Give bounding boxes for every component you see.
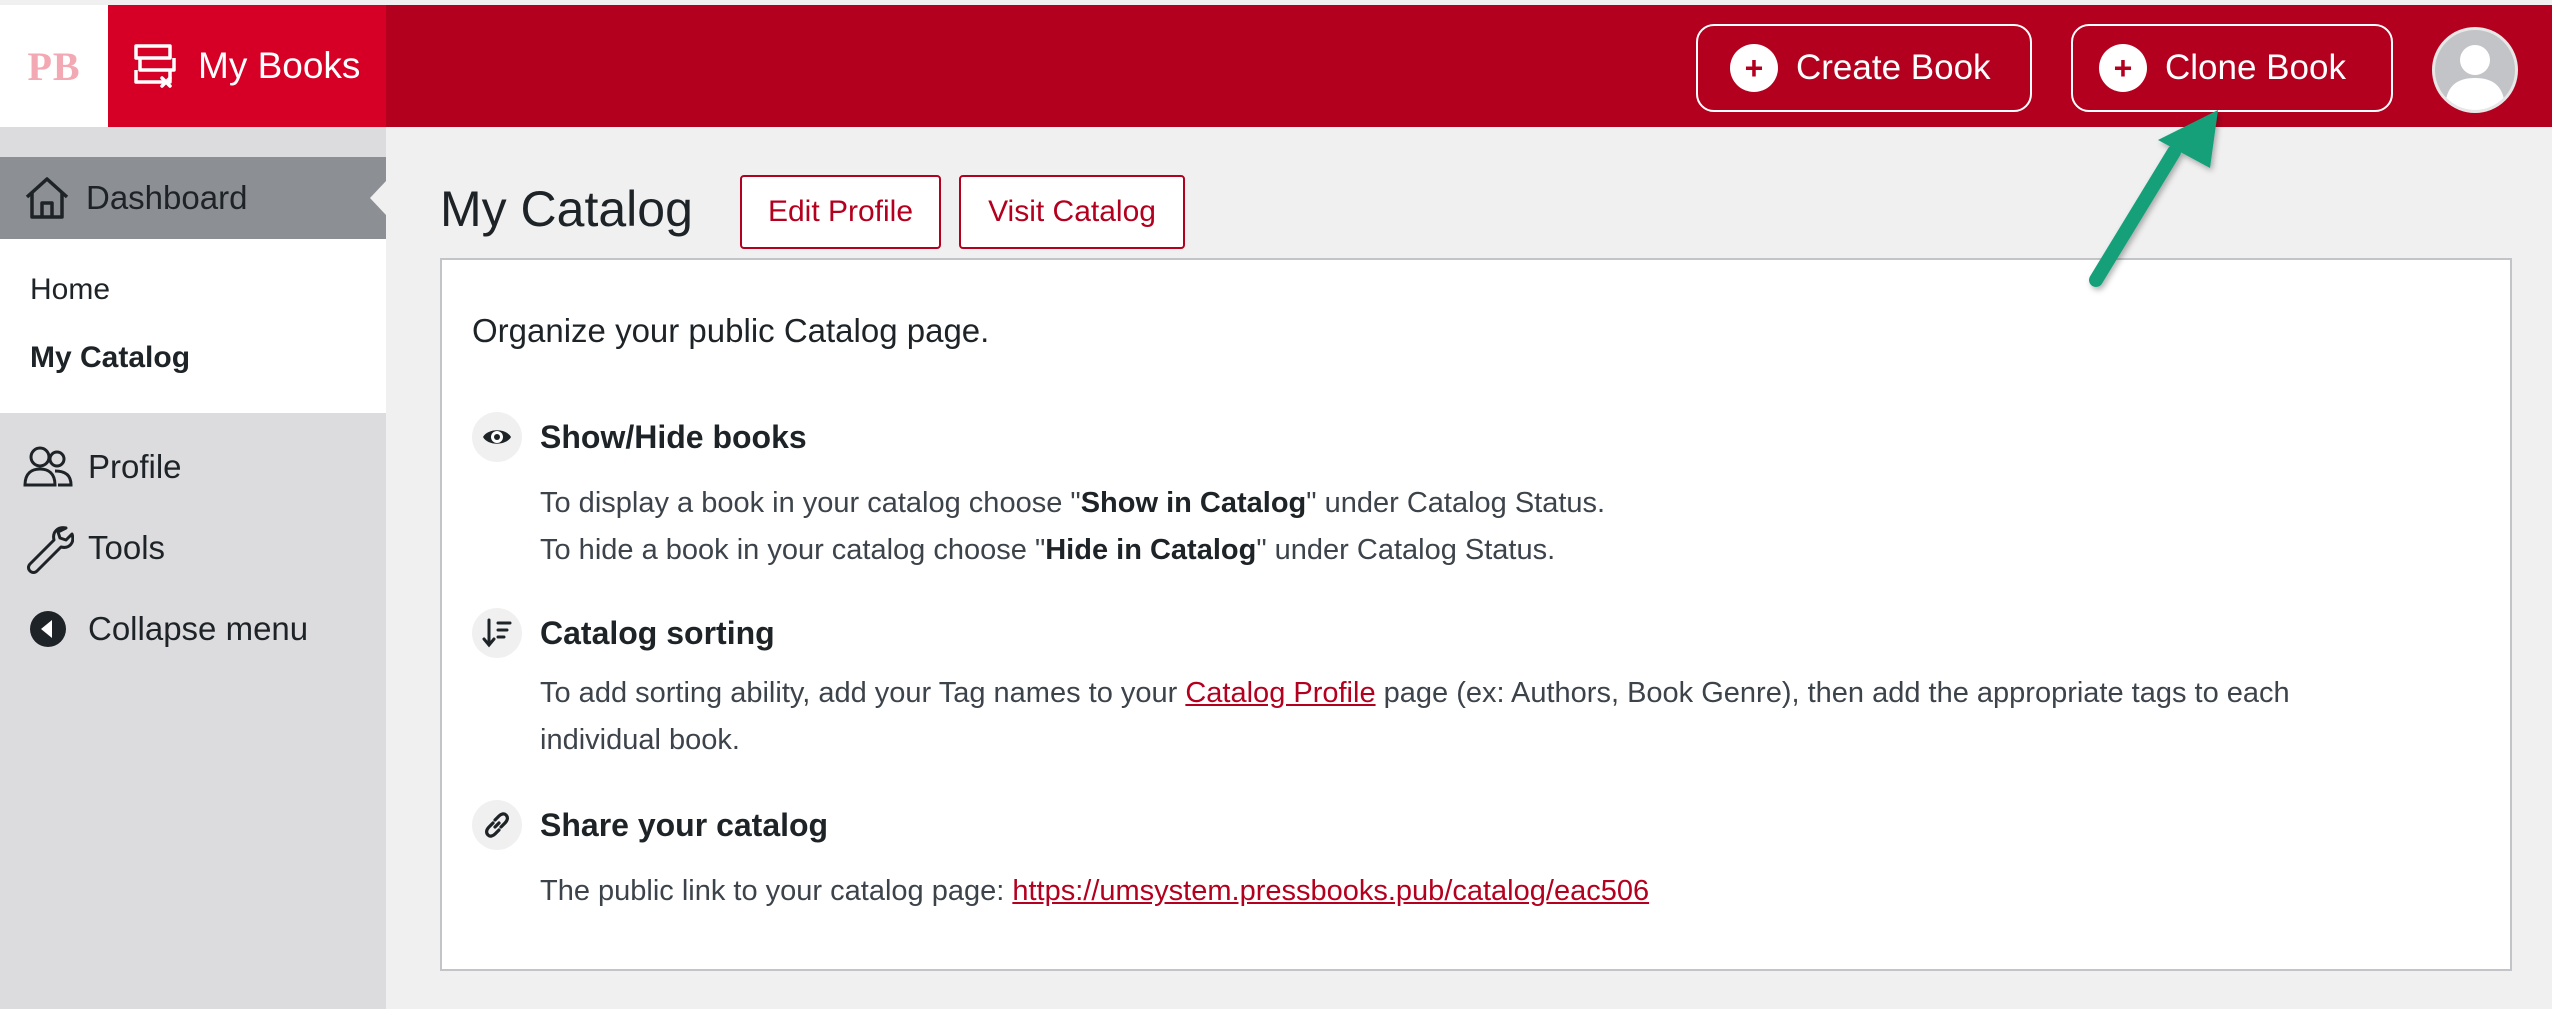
books-icon xyxy=(134,44,176,88)
share-catalog-text: The public link to your catalog page: ht… xyxy=(540,875,1650,907)
submenu-item-my-catalog[interactable]: My Catalog xyxy=(30,341,190,375)
show-hide-heading: Show/Hide books xyxy=(472,412,807,462)
intro-text: Organize your public Catalog page. xyxy=(472,312,990,349)
catalog-sorting-text: To add sorting ability, add your Tag nam… xyxy=(540,677,2290,756)
catalog-profile-link[interactable]: Catalog Profile xyxy=(1185,677,1375,709)
avatar-icon xyxy=(2445,45,2505,110)
edit-profile-button[interactable]: Edit Profile xyxy=(740,175,941,249)
sidebar-item-profile[interactable]: Profile xyxy=(22,441,182,493)
wrench-icon xyxy=(27,526,74,574)
public-catalog-link[interactable]: https://umsystem.pressbooks.pub/catalog/… xyxy=(1012,875,1649,907)
sidebar-item-dashboard[interactable]: Dashboard xyxy=(0,157,386,239)
profile-label: Profile xyxy=(88,448,182,485)
users-icon xyxy=(23,446,73,487)
sort-icon xyxy=(472,608,522,658)
page-title: My Catalog xyxy=(440,181,693,237)
link-icon xyxy=(472,800,522,850)
eye-icon xyxy=(472,412,522,462)
submenu-item-home[interactable]: Home xyxy=(30,273,110,307)
show-hide-text: To display a book in your catalog choose… xyxy=(540,480,1605,574)
dashboard-label: Dashboard xyxy=(86,179,248,216)
catalog-info-panel: Organize your public Catalog page. Show/… xyxy=(440,258,2512,971)
my-books-label: My Books xyxy=(198,45,361,86)
active-notch xyxy=(370,181,386,215)
share-catalog-title: Share your catalog xyxy=(540,806,829,843)
logo-text: PB xyxy=(27,43,81,89)
home-icon xyxy=(25,177,69,219)
create-book-button[interactable]: + Create Book xyxy=(1696,24,2032,112)
annotation-arrow-icon xyxy=(2089,110,2218,287)
collapse-menu-label: Collapse menu xyxy=(88,610,309,647)
show-hide-title: Show/Hide books xyxy=(540,418,807,455)
plus-circle-icon: + xyxy=(1730,44,1778,92)
visit-catalog-button[interactable]: Visit Catalog xyxy=(959,175,1185,249)
admin-sidebar: Dashboard Home My Catalog Profile Tools … xyxy=(0,127,386,1009)
dashboard-submenu: Home My Catalog xyxy=(0,239,386,413)
tools-label: Tools xyxy=(88,529,166,566)
share-catalog-heading: Share your catalog xyxy=(472,800,828,850)
collapse-icon xyxy=(30,611,66,647)
create-book-label: Create Book xyxy=(1796,48,1991,87)
plus-circle-icon: + xyxy=(2099,44,2147,92)
clone-book-label: Clone Book xyxy=(2165,48,2346,87)
hide-line: To hide a book in your catalog choose "H… xyxy=(540,534,1556,566)
my-books-link[interactable]: My Books xyxy=(108,5,386,127)
sidebar-item-tools[interactable]: Tools xyxy=(22,522,165,574)
collapse-menu-button[interactable]: Collapse menu xyxy=(22,603,308,655)
catalog-sorting-heading: Catalog sorting xyxy=(472,608,775,658)
show-line: To display a book in your catalog choose… xyxy=(540,487,1606,519)
catalog-sorting-title: Catalog sorting xyxy=(540,614,775,651)
avatar[interactable] xyxy=(2432,27,2518,113)
pressbooks-logo[interactable]: PB xyxy=(0,5,108,127)
